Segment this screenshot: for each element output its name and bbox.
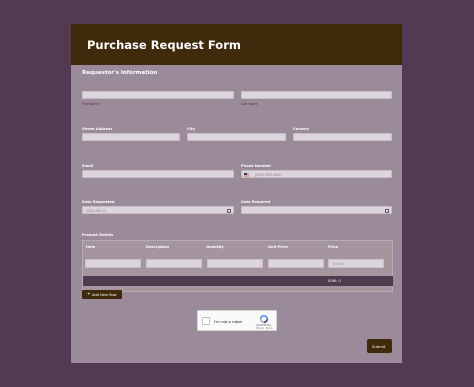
street-address-input[interactable]: [82, 133, 180, 141]
plus-icon: +: [87, 291, 91, 297]
sum-text: SUM: 0: [328, 279, 341, 283]
price-placeholder: $ 0.00: [333, 262, 344, 266]
product-details-label: Product Details: [82, 233, 114, 237]
date-required-input[interactable]: [241, 206, 392, 214]
recaptcha-widget: I'm not a robot reCAPTCHA Privacy - Term…: [197, 310, 277, 331]
form-header: Purchase Request Form: [71, 24, 402, 65]
country-input[interactable]: [293, 133, 392, 141]
recaptcha-checkbox[interactable]: [202, 317, 210, 325]
column-header-unit-price: Unit Price: [268, 245, 288, 249]
submit-label: Submit: [372, 344, 386, 349]
recaptcha-terms-link[interactable]: Privacy - Terms: [256, 327, 273, 330]
form-card: Purchase Request Form Requestor's Inform…: [71, 24, 402, 363]
date-requested-input[interactable]: 2020-06-10: [82, 206, 234, 214]
date-requested-label: Date Requested: [82, 200, 115, 204]
city-label: City: [187, 127, 195, 131]
date-requested-value: 2020-06-10: [86, 209, 106, 213]
form-title: Purchase Request Form: [87, 38, 241, 52]
date-required-label: Date Required: [241, 200, 271, 204]
column-header-description: Description: [146, 245, 170, 249]
calendar-icon[interactable]: [227, 208, 231, 213]
quantity-cell-input[interactable]: [207, 259, 263, 268]
add-new-row-label: Add New Row: [92, 292, 117, 297]
sum-bar: SUM: 0: [83, 276, 393, 286]
phone-label: Phone Number: [241, 164, 272, 168]
us-flag-icon[interactable]: [244, 173, 249, 177]
last-name-sublabel: Last Name: [241, 102, 259, 106]
item-cell-input[interactable]: [85, 259, 141, 268]
email-input[interactable]: [82, 170, 234, 178]
phone-input[interactable]: (000) 000-0000: [241, 170, 392, 178]
country-label: Country: [293, 127, 310, 131]
price-cell-input[interactable]: $ 0.00: [328, 259, 384, 268]
add-new-row-button[interactable]: + Add New Row: [82, 290, 122, 299]
recaptcha-logo-icon: [260, 315, 268, 323]
first-name-sublabel: First Name: [82, 102, 100, 106]
phone-placeholder: (000) 000-0000: [255, 173, 282, 177]
column-header-item: Item: [86, 245, 96, 249]
last-name-input[interactable]: [241, 91, 392, 99]
description-cell-input[interactable]: [146, 259, 202, 268]
email-label: Email: [82, 164, 94, 168]
street-address-label: Street Address: [82, 127, 113, 131]
column-header-quantity: Quantity: [206, 245, 224, 249]
submit-button[interactable]: Submit: [367, 339, 392, 353]
calendar-icon[interactable]: [385, 208, 389, 213]
recaptcha-text: I'm not a robot: [214, 319, 243, 324]
column-header-price: Price: [328, 245, 339, 249]
city-input[interactable]: [187, 133, 286, 141]
unit-price-cell-input[interactable]: [268, 259, 324, 268]
first-name-input[interactable]: [82, 91, 234, 99]
product-details-table: Item Description Quantity Unit Price Pri…: [82, 240, 393, 292]
section-title: Requestor's Information: [82, 70, 158, 76]
